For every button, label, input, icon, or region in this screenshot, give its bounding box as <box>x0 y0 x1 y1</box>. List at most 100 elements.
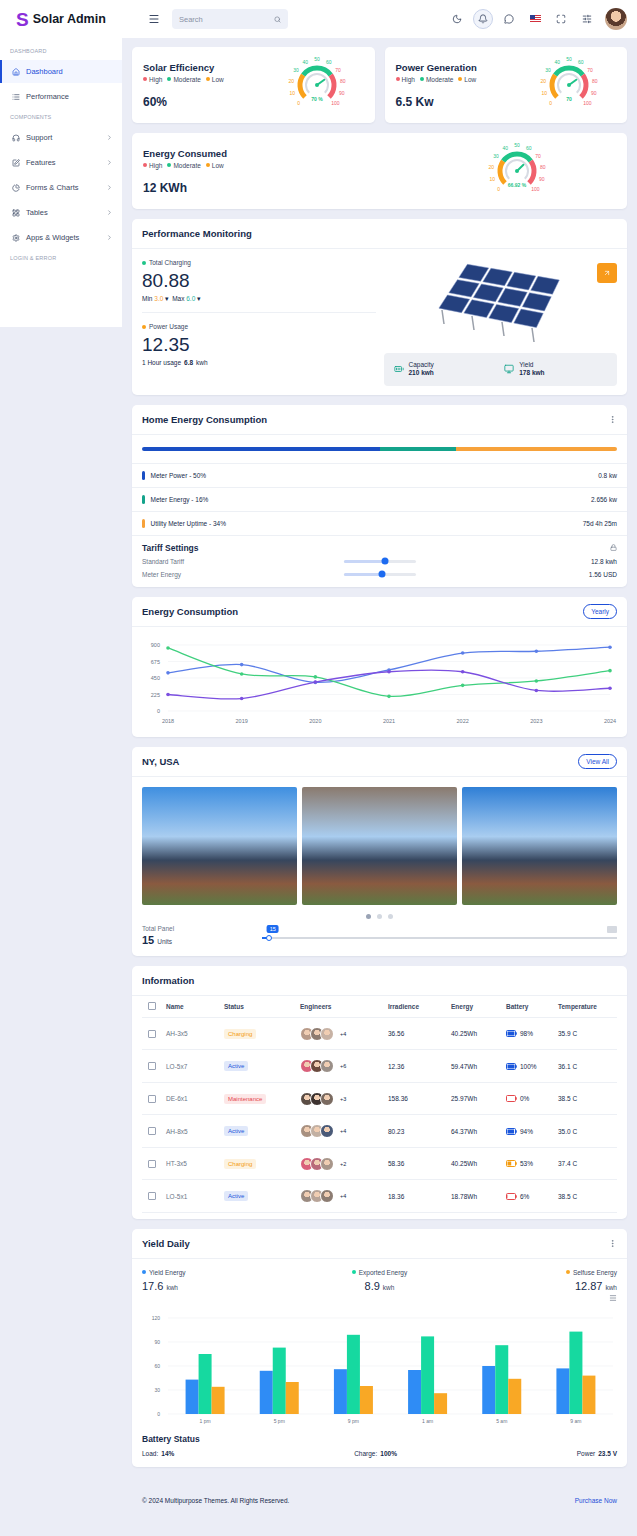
gauge-tick: 100 <box>531 186 540 192</box>
bar <box>260 1371 273 1414</box>
lock-icon[interactable] <box>610 544 617 551</box>
user-avatar[interactable] <box>605 8 627 30</box>
table-row[interactable]: AH-8x5Active+480.2364.37Wh94%35.0 C <box>142 1115 617 1148</box>
information-card: InformationNameStatusEngineersIrradience… <box>132 966 627 1219</box>
y-tick-label: 120 <box>152 1315 161 1321</box>
menu-button[interactable] <box>144 9 164 29</box>
select-all-checkbox[interactable] <box>148 1002 156 1010</box>
slider-track[interactable] <box>344 560 416 563</box>
sidebar-item[interactable]: Forms & Charts <box>0 176 122 199</box>
sidebar-item[interactable]: Support <box>0 126 122 149</box>
panel-count: Total Panel15Units <box>142 925 262 946</box>
column-header: Temperature <box>558 1003 617 1010</box>
grid-line <box>168 1389 613 1390</box>
line-series <box>166 645 612 684</box>
stat-value: 12.35 <box>142 334 376 356</box>
legend-dot <box>206 77 210 81</box>
y-tick-label: 675 <box>151 658 160 664</box>
sidebar-item[interactable]: Performance <box>0 85 122 108</box>
row-checkbox[interactable] <box>148 1127 156 1135</box>
carousel-dot[interactable] <box>388 914 393 919</box>
slider-thumb[interactable] <box>379 571 386 578</box>
language-button[interactable] <box>525 9 545 29</box>
more-icon[interactable] <box>608 415 617 424</box>
us-flag-icon[interactable] <box>530 15 541 23</box>
bell-icon <box>478 14 488 24</box>
avatar-stack <box>300 1092 334 1106</box>
theme-button[interactable] <box>447 9 467 29</box>
slider-thumb[interactable] <box>382 558 389 565</box>
brand-logo[interactable]: SSolar Admin <box>16 10 138 29</box>
search-field[interactable]: Search <box>172 9 288 29</box>
messages-button[interactable] <box>499 9 519 29</box>
purchase-link[interactable]: Purchase Now <box>575 1497 617 1504</box>
notifications-button[interactable] <box>473 9 493 29</box>
sidebar: DASHBOARDDashboardPerformanceCOMPONENTSS… <box>0 38 122 327</box>
moon-icon <box>452 14 462 24</box>
status-cell: Active <box>224 1061 300 1071</box>
gauge-tick: 80 <box>592 78 598 84</box>
row-checkbox[interactable] <box>148 1095 156 1103</box>
settings-button[interactable] <box>577 9 597 29</box>
table-row[interactable]: AH-3x5Charging+436.5640.25Wh98%35.9 C <box>142 1018 617 1051</box>
menu-icon[interactable] <box>148 13 160 25</box>
sidebar-item[interactable]: Features <box>0 151 122 174</box>
sidebar-item-label: Apps & Widgets <box>26 233 100 242</box>
card-title: Solar Efficiency <box>143 62 224 73</box>
panel-cell <box>507 272 536 290</box>
y-tick: 120 <box>152 1315 613 1321</box>
series-point <box>387 670 391 674</box>
usage-stat: Power Usage12.351 Hour usage6.8kwh <box>142 313 376 375</box>
range-item[interactable]: Max 6.0 ▾ <box>172 295 201 303</box>
chevron-right-icon <box>106 134 113 141</box>
chart-menu-icon[interactable] <box>609 1294 617 1302</box>
y-tick: 90 <box>154 1339 613 1345</box>
table-row[interactable]: LO-5x1Active+418.3618.78Wh6%38.5 C <box>142 1180 617 1213</box>
series-point <box>314 675 318 679</box>
row-checkbox[interactable] <box>148 1192 156 1200</box>
battery-status: Battery StatusLoad:14%Charge:100%Power23… <box>132 1432 627 1467</box>
sidebar-item[interactable]: Dashboard <box>0 60 122 83</box>
battery-status-title: Battery Status <box>142 1434 617 1444</box>
x-tick-label: 2023 <box>530 718 542 724</box>
carousel-dot[interactable] <box>366 914 371 919</box>
chart-box: 0225450675900201820192020202120222023202… <box>132 627 627 737</box>
gauge-tick: 60 <box>578 59 584 65</box>
range-item[interactable]: Min 3.0 ▾ <box>142 295 169 303</box>
grid-line <box>168 1365 613 1366</box>
card-title: Energy Consumption <box>142 606 238 617</box>
row-checkbox[interactable] <box>148 1062 156 1070</box>
more-icon[interactable] <box>608 1239 617 1248</box>
range-button[interactable]: Yearly <box>583 604 617 619</box>
row-checkbox[interactable] <box>148 1030 156 1038</box>
gauge-tick: 90 <box>591 90 597 96</box>
legend-value: 12.87kwh <box>575 1280 617 1292</box>
carousel-dot[interactable] <box>377 914 382 919</box>
row-checkbox[interactable] <box>148 1160 156 1168</box>
slider-track[interactable] <box>344 573 416 576</box>
slider-thumb[interactable] <box>266 935 272 941</box>
fullscreen-button[interactable] <box>551 9 571 29</box>
yield-bar-chart: 03060901201 pm5 pm9 pm1 am5 am9 am <box>142 1310 617 1426</box>
gauge-tick: 100 <box>583 100 592 106</box>
capacity-label: Yield <box>519 361 544 369</box>
avatar-stack <box>300 1027 334 1041</box>
sidebar-item[interactable]: Tables <box>0 201 122 224</box>
sidebar-item[interactable]: Apps & Widgets <box>0 226 122 249</box>
sidebar-item-icon <box>12 134 20 142</box>
performance-card: Performance MonitoringTotal Charging80.8… <box>132 219 627 395</box>
table-row[interactable]: LO-5x7Active+612.3659.47Wh100%36.1 C <box>142 1050 617 1083</box>
column-header: Energy <box>451 1003 506 1010</box>
performance-body: Total Charging80.88Min 3.0 ▾Max 6.0 ▾Pow… <box>132 249 627 395</box>
view-all-button[interactable]: View All <box>578 754 617 769</box>
y-tick-label: 60 <box>154 1363 160 1369</box>
open-button[interactable] <box>597 263 617 283</box>
panel-unit: Units <box>157 938 172 945</box>
performance-visual: Capacity210 kwhYield178 kwh <box>384 249 618 386</box>
table-row[interactable]: DE-6x1Maintenance+3158.3625.97Wh0%38.5 C <box>142 1083 617 1116</box>
engineer-avatar <box>320 1059 334 1073</box>
slider-track[interactable] <box>262 937 617 939</box>
panel-slider: 15 <box>262 925 617 945</box>
table-row[interactable]: HT-3x5Charging+258.3640.25Wh53%37.4 C <box>142 1148 617 1181</box>
series-point <box>608 645 612 649</box>
